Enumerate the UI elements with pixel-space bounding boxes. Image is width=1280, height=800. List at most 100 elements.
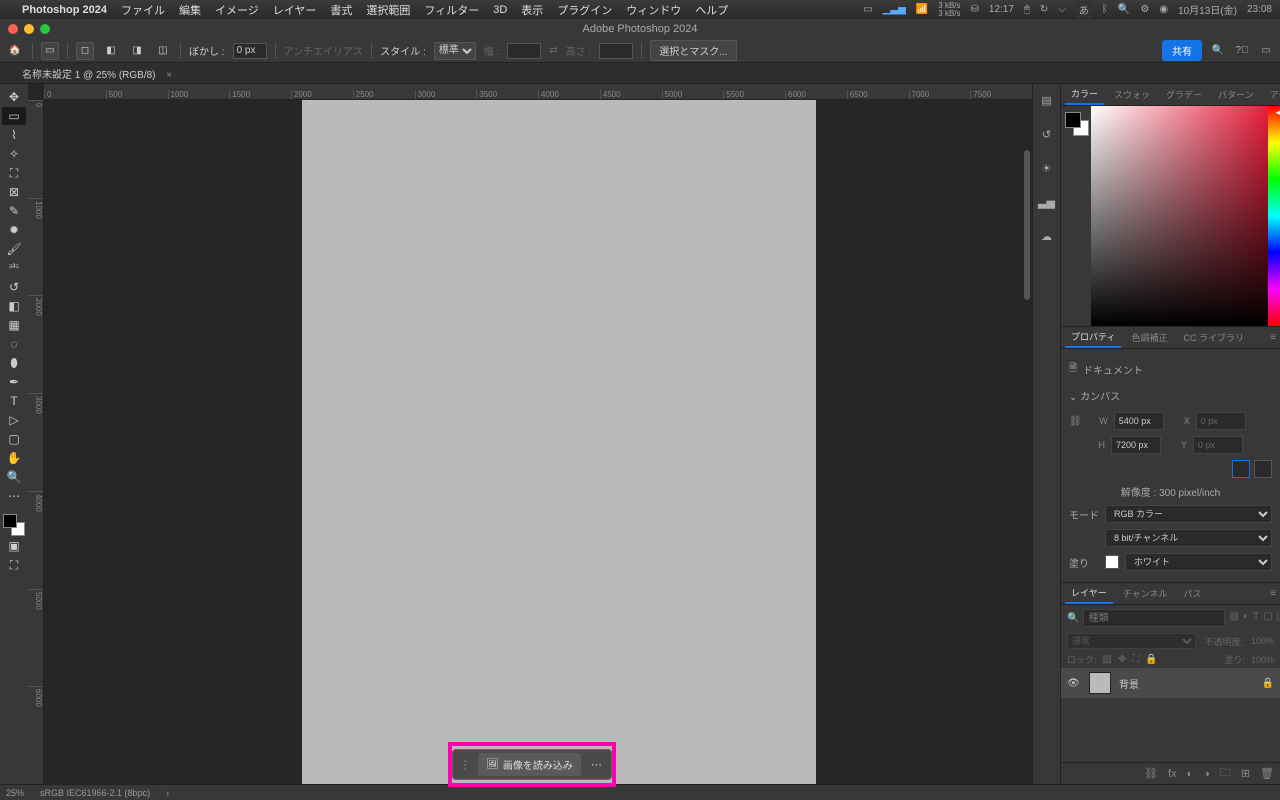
foreground-color[interactable] [3,514,17,528]
ruler-vertical[interactable]: 0100020003000400050006000 [28,100,44,784]
status-chevron-icon[interactable]: › [166,788,169,798]
style-select[interactable]: 標準 [434,42,476,60]
spotlight-icon[interactable]: 🔍 [1118,4,1130,15]
menu-plugins[interactable]: プラグイン [557,2,612,18]
menu-image[interactable]: イメージ [215,2,259,18]
layer-mask-icon[interactable]: ◐ [1187,768,1194,780]
hue-slider[interactable] [1268,106,1280,326]
select-and-mask-button[interactable]: 選択とマスク... [650,40,736,61]
adjustment-layer-icon[interactable]: ◑ [1203,768,1210,780]
panel-color-swatches[interactable] [1061,106,1091,326]
canvas-width-input[interactable] [1114,412,1164,430]
screen-mode-tool[interactable]: ⛶ [2,556,26,574]
edit-toolbar-icon[interactable]: ⋯ [2,487,26,505]
tab-libraries[interactable]: CC ライブラリ [1177,328,1250,347]
tab-properties[interactable]: プロパティ [1065,327,1121,348]
canvas-area[interactable]: 0500100015002000250030003500400045005000… [28,84,1032,784]
layer-thumbnail[interactable] [1089,672,1111,694]
type-tool[interactable]: T [2,392,26,410]
mouse-icon[interactable]: 🖱 [1024,4,1030,15]
clone-stamp-tool[interactable]: ⎃ [2,259,26,277]
color-field[interactable] [1091,106,1268,326]
menubar-date[interactable]: 10月13日(金) [1178,2,1237,17]
control-center-icon[interactable]: ⚙ [1140,4,1149,15]
gradient-tool[interactable]: ▦ [2,316,26,334]
lasso-tool[interactable]: ⌇ [2,126,26,144]
ruler-horizontal[interactable]: 0500100015002000250030003500400045005000… [44,84,1032,100]
fill-color-swatch[interactable] [1105,555,1119,569]
fill-select[interactable]: ホワイト [1125,553,1272,571]
bluetooth-icon[interactable]: ᛒ [1102,4,1108,15]
layer-group-icon[interactable]: 🗀 [1220,764,1231,783]
menu-view[interactable]: 表示 [521,2,543,18]
filter-shape-icon[interactable]: ▢ [1263,611,1272,625]
new-selection-icon[interactable]: ◻ [76,42,94,60]
menu-layer[interactable]: レイヤー [273,2,317,18]
menu-type[interactable]: 書式 [330,2,352,18]
bit-depth-select[interactable]: 8 bit/チャンネル [1105,529,1272,547]
adjustments-panel-icon[interactable]: ☀ [1039,160,1055,176]
magic-wand-tool[interactable]: ✧ [2,145,26,163]
tab-adjustments[interactable]: 色調補正 [1125,328,1173,347]
color-profile[interactable]: sRGB IEC61966-2.1 (8bpc) [40,788,150,798]
filter-smart-icon[interactable]: ◫ [1277,611,1280,625]
layer-lock-icon[interactable]: 🔒 [1262,678,1274,689]
lock-position-icon[interactable]: ✥ [1118,654,1126,665]
tab-gradients[interactable]: グラデー [1160,85,1208,104]
link-layers-icon[interactable]: ⛓ [1144,767,1158,780]
workspace-icon[interactable]: ▭ [1258,43,1274,59]
tab-actions[interactable]: アクショ [1264,85,1280,104]
history-brush-tool[interactable]: ↺ [2,278,26,296]
more-options-icon[interactable]: ⋯ [585,754,608,775]
disk-icon[interactable]: ⛁ [971,4,979,15]
maximize-window-icon[interactable] [40,24,50,34]
move-tool[interactable]: ✥ [2,88,26,106]
app-name[interactable]: Photoshop 2024 [22,4,107,16]
path-selection-tool[interactable]: ▷ [2,411,26,429]
tab-paths[interactable]: パス [1177,584,1207,603]
tab-layers[interactable]: レイヤー [1065,583,1113,604]
sync-icon[interactable]: ↻ [1040,4,1048,15]
properties-panel-menu-icon[interactable]: ≡ [1270,332,1276,343]
menu-help[interactable]: ヘルプ [695,2,728,18]
lock-artboard-icon[interactable]: ⛶ [1132,654,1139,665]
canvas-height-input[interactable] [1111,436,1161,454]
cpu-graph-icon[interactable]: ▁▃▅ [883,4,906,15]
layer-style-icon[interactable]: fx [1168,768,1177,780]
brush-tool[interactable]: 🖌 [2,240,26,258]
new-layer-icon[interactable]: ⊞ [1241,767,1250,780]
document-canvas[interactable] [302,100,816,784]
quick-mask-tool[interactable]: ▣ [2,537,26,555]
marquee-tool[interactable]: ▭ [2,107,26,125]
add-selection-icon[interactable]: ◧ [102,42,120,60]
rectangle-tool[interactable]: ▢ [2,430,26,448]
color-mode-select[interactable]: RGB カラー [1105,505,1272,523]
canvas-x-input[interactable] [1196,412,1246,430]
menu-file[interactable]: ファイル [121,2,165,18]
tab-swatches[interactable]: スウォッ [1108,85,1156,104]
layers-panel-menu-icon[interactable]: ≡ [1270,588,1276,599]
landscape-orientation-button[interactable] [1254,460,1272,478]
color-swatches[interactable] [3,514,25,536]
zoom-tool[interactable]: 🔍 [2,468,26,486]
portrait-orientation-button[interactable] [1232,460,1250,478]
blur-tool[interactable]: ◌ [2,335,26,353]
menu-3d[interactable]: 3D [493,4,507,16]
layer-visibility-icon[interactable]: 👁 [1067,678,1081,689]
share-button[interactable]: 共有 [1162,40,1202,61]
drag-handle-icon[interactable]: ⋮ [456,758,474,772]
feather-input[interactable] [233,43,267,59]
filter-pixel-icon[interactable]: ▧ [1229,611,1238,625]
layer-row[interactable]: 👁 背景 🔒 [1061,668,1280,698]
panel-fg-color[interactable] [1065,112,1081,128]
document-tab[interactable]: 名称未設定 1 @ 25% (RGB/8) [22,66,172,81]
libraries-panel-icon[interactable]: ☁ [1039,228,1055,244]
filter-type-icon[interactable]: T [1253,611,1259,625]
canvas-y-input[interactable] [1193,436,1243,454]
home-icon[interactable]: 🏠 [6,42,24,60]
menu-window[interactable]: ウィンドウ [626,2,681,18]
network-icon[interactable]: 📶 [916,4,928,15]
layer-filter-input[interactable] [1083,609,1225,627]
pen-tool[interactable]: ✒ [2,373,26,391]
dodge-tool[interactable]: ⬮ [2,354,26,372]
